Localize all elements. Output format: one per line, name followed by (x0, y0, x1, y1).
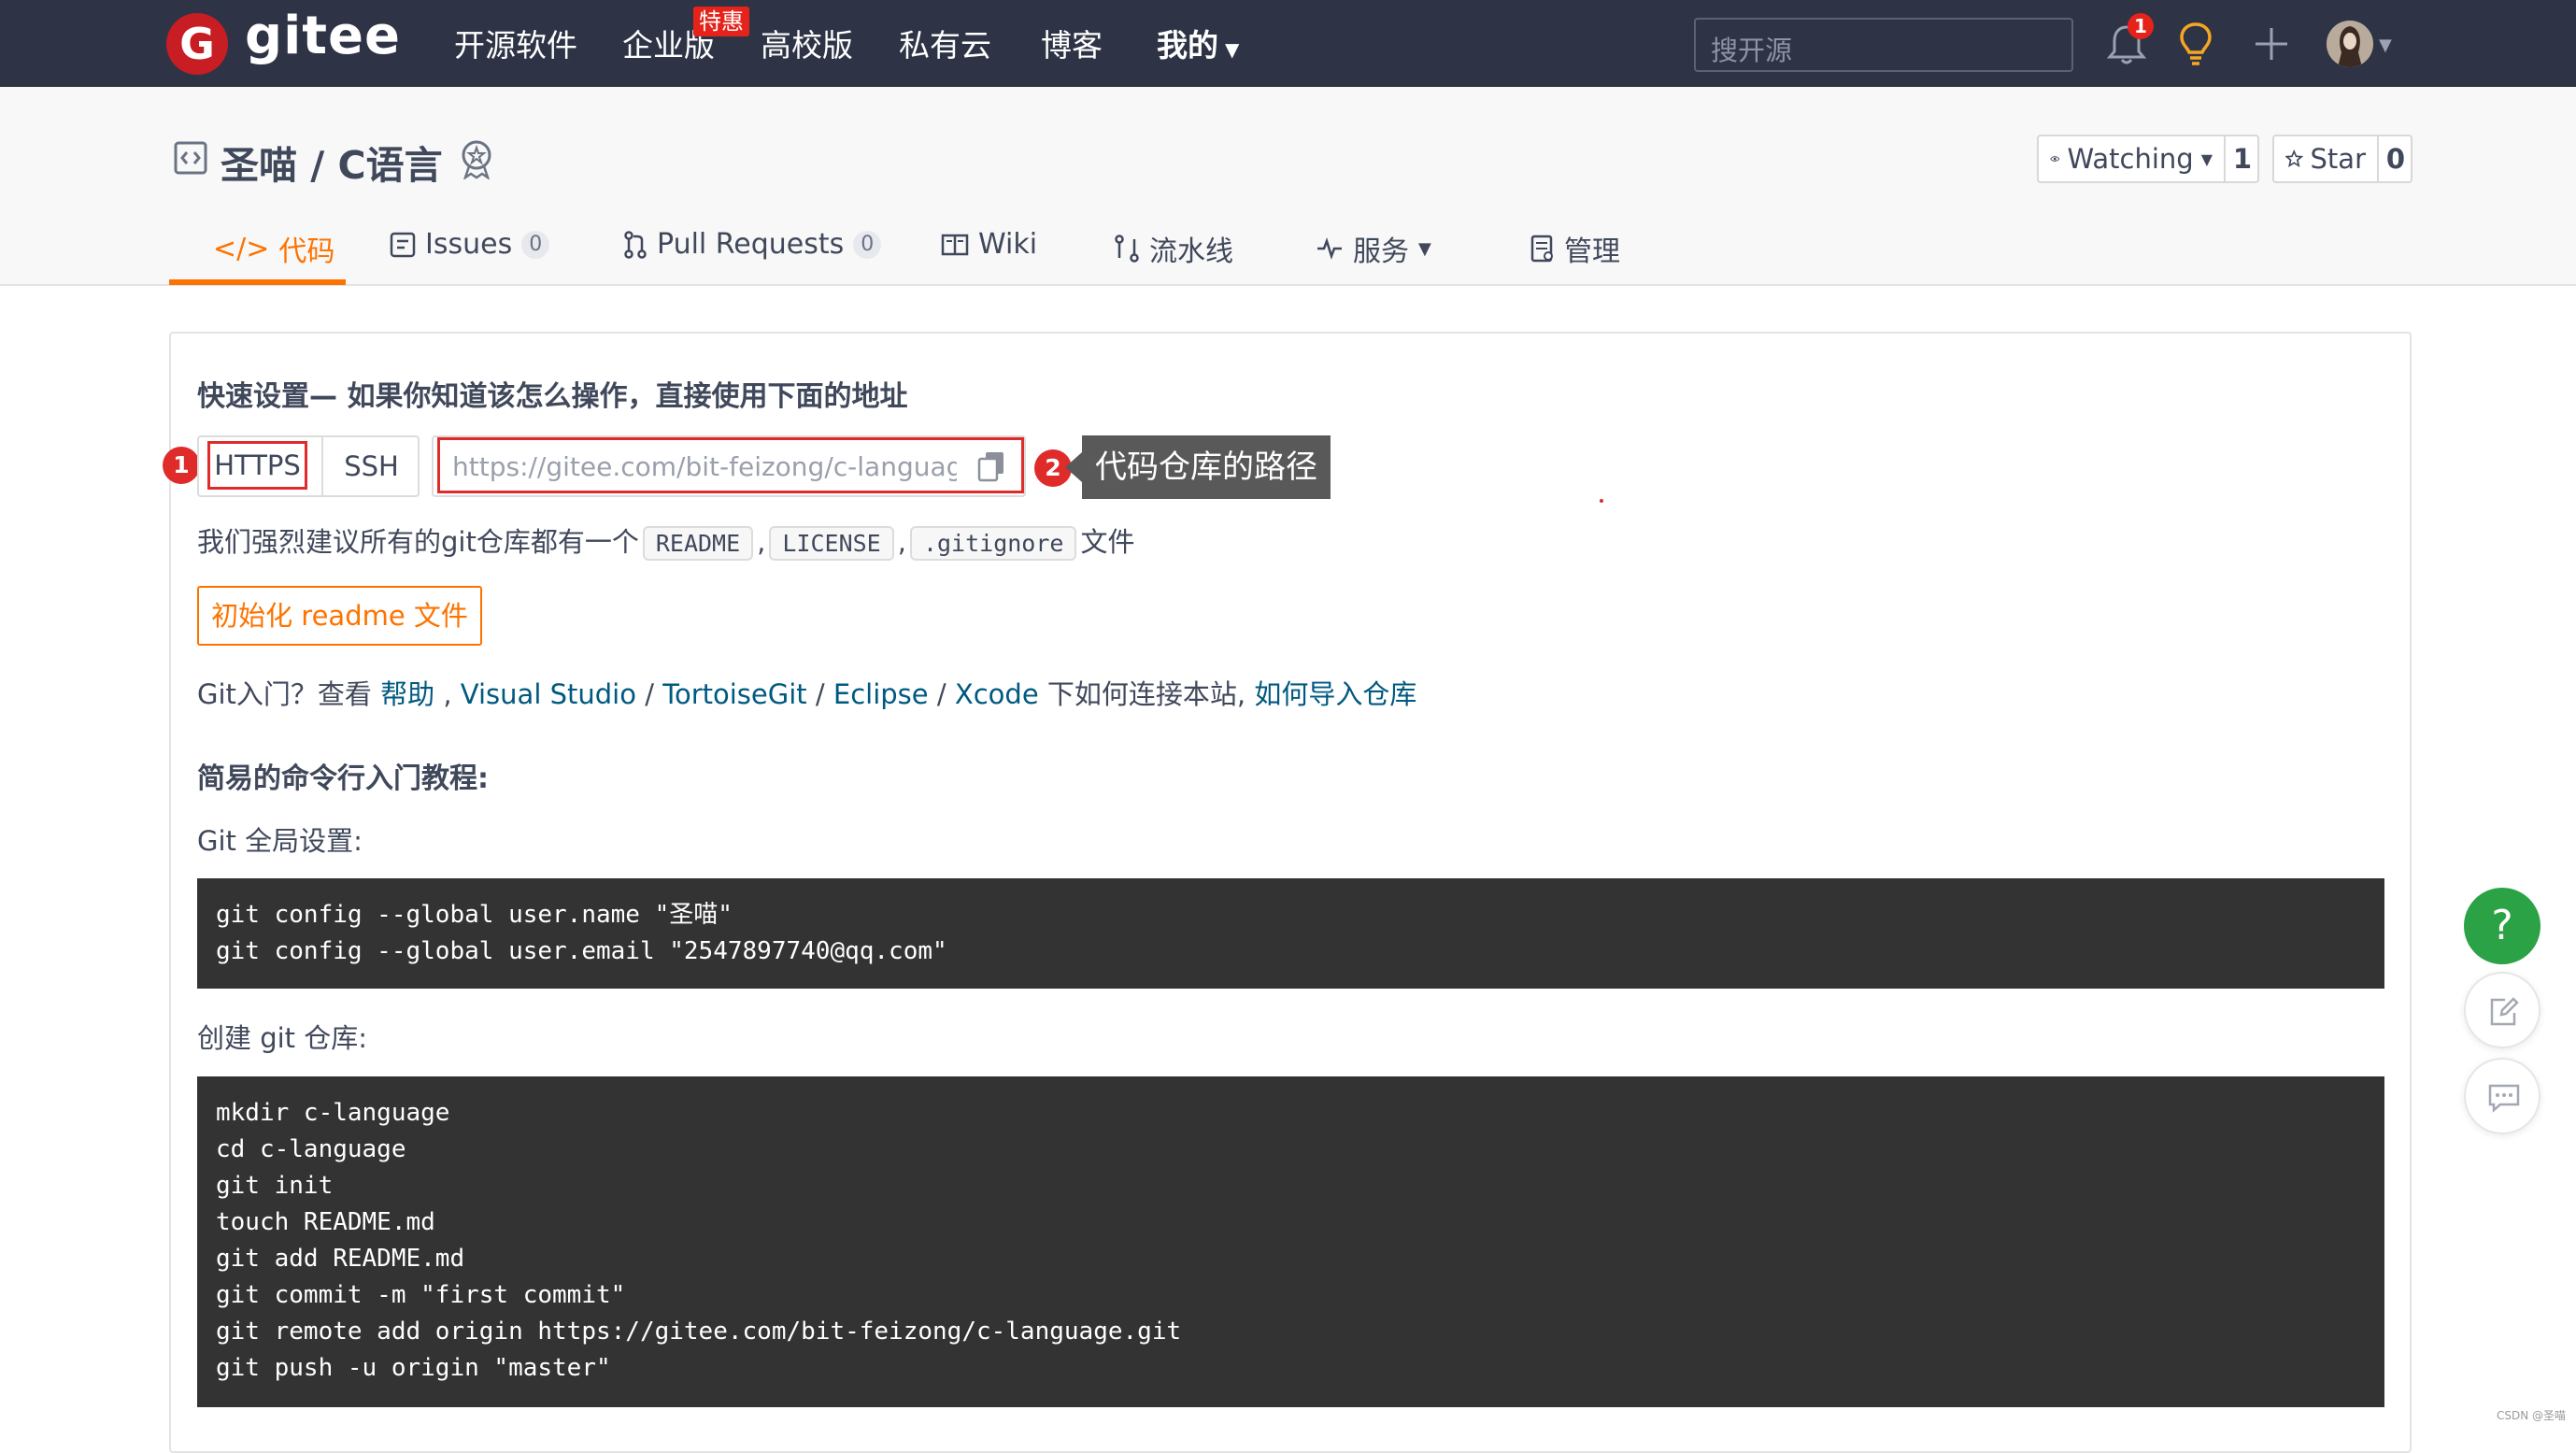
search-input[interactable]: 搜开源 (1694, 18, 2073, 72)
chevron-down-icon: ▼ (2200, 150, 2213, 168)
protocol-https-button[interactable]: HTTPS (207, 441, 307, 490)
watch-count[interactable]: 1 (2224, 136, 2259, 181)
global-settings-label: Git 全局设置: (197, 825, 363, 857)
gitignore-chip: .gitignore (909, 526, 1077, 561)
nav-mine-label: 我的 (1157, 27, 1218, 64)
tab-services-label: 服务 (1353, 235, 1409, 268)
chat-bubble-icon (2488, 1084, 2520, 1113)
star-icon (2285, 150, 2303, 167)
create-repo-code: mkdir c-language cd c-language git init … (197, 1076, 2384, 1407)
tab-pull-requests-count: 0 (853, 230, 882, 259)
global-config-code: git config --global user.name "圣喵" git c… (197, 878, 2384, 989)
recommend-badge-icon[interactable] (458, 138, 495, 179)
tortoisegit-link[interactable]: TortoiseGit (662, 678, 806, 710)
quick-setup-heading: 快速设置— 如果你知道该怎么操作，直接使用下面的地址 (197, 380, 908, 413)
import-repo-link[interactable]: 如何导入仓库 (1254, 678, 1416, 710)
tab-issues[interactable]: Issues 0 (390, 228, 550, 261)
plus-icon[interactable] (2254, 26, 2289, 62)
avatar-image-icon (2327, 21, 2373, 67)
chevron-down-icon: ▼ (1218, 38, 1240, 61)
tab-pull-requests[interactable]: Pull Requests 0 (623, 228, 882, 261)
help-prefix: Git入门？查看 (197, 678, 372, 710)
notification-count-badge: 1 (2128, 13, 2154, 39)
watch-button[interactable]: Watching ▼ (2039, 136, 2224, 181)
tooltip-arrow (1065, 452, 1082, 482)
init-readme-button[interactable]: 初始化 readme 文件 (197, 586, 482, 646)
feedback-button[interactable] (2464, 972, 2540, 1048)
tab-manage-label: 管理 (1564, 235, 1620, 268)
tab-pipeline-label: 流水线 (1149, 235, 1233, 268)
watch-label: Watching (2067, 143, 2194, 175)
annotation-badge-1: 1 (163, 447, 200, 484)
avatar-chevron-down-icon[interactable]: ▼ (2379, 36, 2392, 55)
tab-code[interactable]: </> 代码 (213, 228, 334, 269)
tab-pull-requests-label: Pull Requests (657, 228, 845, 261)
star-button-group[interactable]: Star 0 (2272, 135, 2412, 183)
visual-studio-link[interactable]: Visual Studio (461, 678, 636, 710)
book-icon (941, 234, 969, 255)
repo-code-icon (174, 141, 207, 175)
gitee-logo-text[interactable]: gitee (245, 6, 401, 66)
code-brackets-icon: </> (213, 232, 270, 265)
nav-private-cloud[interactable]: 私有云 (899, 21, 991, 65)
activity-icon (1317, 237, 1342, 260)
recommend-prefix: 我们强烈建议所有的git仓库都有一个 (197, 526, 639, 558)
repo-title[interactable]: 圣喵 / C语言 (221, 134, 443, 190)
pull-request-icon (624, 230, 647, 259)
eye-icon (2050, 156, 2060, 162)
nav-education[interactable]: 高校版 (761, 21, 853, 65)
xcode-link[interactable]: Xcode (955, 678, 1039, 710)
copy-icon[interactable] (977, 450, 1005, 482)
url-tooltip: 代码仓库的路径 (1082, 435, 1331, 499)
tab-issues-label: Issues (425, 228, 513, 261)
gitee-logo-icon[interactable]: G (166, 13, 228, 75)
issues-icon (390, 232, 416, 257)
eclipse-link[interactable]: Eclipse (833, 678, 929, 710)
tutorial-heading: 简易的命令行入门教程: (197, 762, 489, 795)
enterprise-promo-badge: 特惠 (693, 7, 749, 36)
lightbulb-icon[interactable] (2177, 21, 2214, 67)
watch-button-group[interactable]: Watching ▼ 1 (2037, 135, 2259, 183)
help-link[interactable]: 帮助 (380, 678, 434, 710)
license-chip: LICENSE (769, 526, 894, 561)
protocol-ssh-button[interactable]: SSH (323, 435, 420, 497)
repo-url-value[interactable]: https://gitee.com/bit-feizong/c-language… (452, 451, 957, 482)
help-button[interactable]: ? (2464, 888, 2540, 964)
tab-code-label: 代码 (278, 235, 335, 268)
manage-icon (1530, 235, 1553, 263)
readme-chip: README (642, 526, 754, 561)
tab-wiki[interactable]: Wiki (941, 228, 1037, 261)
active-tab-underline (169, 279, 346, 285)
stray-red-dot (1600, 499, 1603, 503)
nav-blog[interactable]: 博客 (1041, 21, 1103, 65)
watermark: CSDN @圣喵 (2497, 1409, 2567, 1422)
pipeline-icon (1115, 235, 1139, 263)
star-count[interactable]: 0 (2377, 136, 2412, 181)
nav-mine[interactable]: 我的 ▼ (1157, 21, 1239, 65)
tab-wiki-label: Wiki (978, 228, 1038, 261)
edit-note-icon (2490, 997, 2519, 1026)
star-button[interactable]: Star (2274, 136, 2377, 181)
tab-services[interactable]: 服务 ▼ (1316, 228, 1431, 269)
chevron-down-icon: ▼ (1418, 238, 1431, 259)
star-label: Star (2310, 143, 2366, 175)
tab-issues-count: 0 (521, 230, 550, 259)
create-repo-label: 创建 git 仓库: (197, 1022, 368, 1054)
recommend-suffix: 文件 (1080, 526, 1135, 558)
help-mid: 下如何连接本站, (1046, 678, 1246, 710)
tab-pipeline[interactable]: 流水线 (1114, 228, 1233, 269)
tab-manage[interactable]: 管理 (1530, 228, 1620, 269)
user-avatar[interactable] (2327, 21, 2373, 67)
nav-open-source[interactable]: 开源软件 (454, 21, 577, 65)
chat-button[interactable] (2464, 1058, 2540, 1134)
git-help-line: Git入门？查看 帮助 , Visual Studio / TortoiseGi… (197, 678, 1417, 710)
recommend-line: 我们强烈建议所有的git仓库都有一个 README, LICENSE, .gitign… (197, 520, 1134, 561)
